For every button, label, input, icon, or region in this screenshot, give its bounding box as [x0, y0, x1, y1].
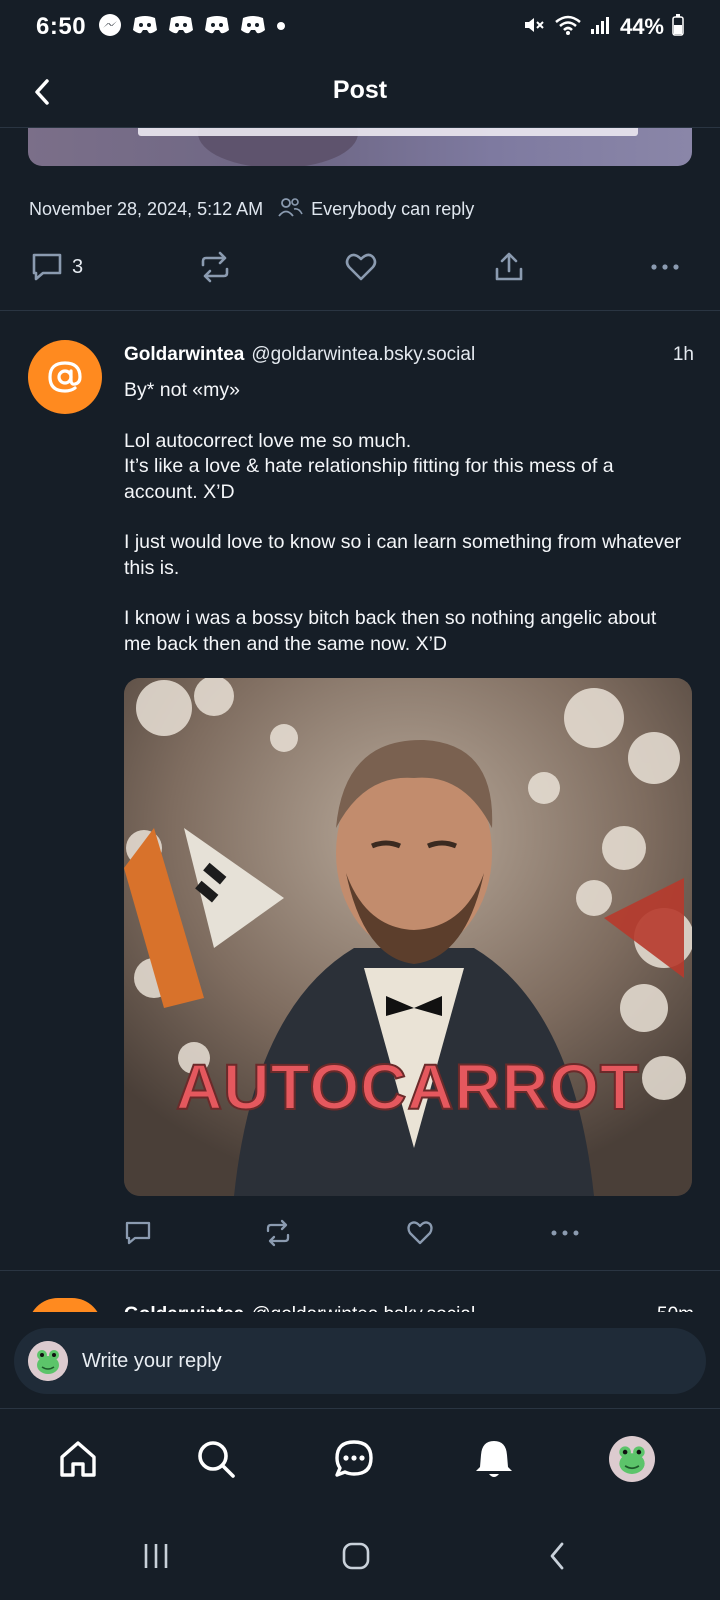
tab-search[interactable] — [188, 1431, 244, 1487]
status-bar: 6:50 44% — [0, 0, 720, 54]
post-meta: November 28, 2024, 5:12 AM Everybody can… — [29, 196, 474, 223]
more-icon — [651, 264, 679, 270]
author-handle[interactable]: @goldarwintea.bsky.social — [251, 344, 475, 366]
tab-home[interactable] — [50, 1431, 106, 1487]
reply-comment-button[interactable] — [124, 1216, 152, 1250]
page-title: Post — [332, 76, 388, 104]
people-icon — [277, 196, 303, 223]
reply-repost-button[interactable] — [264, 1216, 292, 1250]
comment-icon — [32, 253, 62, 281]
post-time: 1h — [672, 344, 694, 365]
messenger-icon — [98, 13, 122, 42]
repost-icon — [201, 251, 229, 283]
frog-avatar-icon — [28, 1341, 68, 1381]
tab-notifications[interactable] — [466, 1431, 522, 1487]
reply-more-button[interactable] — [548, 1216, 582, 1250]
discord-icon — [168, 14, 194, 41]
discord-icon — [132, 14, 158, 41]
more-button[interactable] — [648, 244, 682, 290]
battery-icon — [672, 13, 684, 41]
share-button[interactable] — [492, 244, 526, 290]
reply-actions — [124, 1216, 692, 1250]
back-chevron-icon — [550, 1542, 564, 1570]
heart-icon — [407, 1221, 433, 1245]
post-paragraph: By* not «my» — [124, 379, 240, 401]
home-icon — [60, 1441, 96, 1477]
reply-composer[interactable]: Write your reply — [14, 1328, 706, 1394]
gif-embed[interactable]: AUTOCARROT — [124, 678, 692, 1196]
post-paragraph: Lol autocorrect love me so much. It’s li… — [124, 429, 614, 503]
mute-icon — [522, 13, 546, 42]
back-button[interactable] — [22, 72, 62, 112]
divider — [0, 310, 720, 311]
dot-icon — [276, 18, 286, 36]
post-text: By* not «my» Lol autocorrect love me so … — [124, 378, 684, 682]
more-icon — [551, 1230, 579, 1236]
header: Post — [0, 54, 720, 128]
repost-button[interactable] — [198, 244, 232, 290]
my-avatar — [28, 1341, 68, 1381]
system-back-button[interactable] — [528, 1532, 588, 1580]
home-circle-icon — [342, 1542, 370, 1570]
discord-icon — [204, 14, 230, 41]
comment-count: 3 — [72, 255, 84, 278]
tab-profile[interactable] — [604, 1431, 660, 1487]
wifi-icon — [554, 14, 582, 41]
post-actions: 3 — [0, 244, 720, 290]
chevron-left-icon — [35, 79, 49, 105]
repost-icon — [266, 1219, 290, 1247]
gif-caption: AUTOCARROT — [175, 1050, 640, 1124]
recents-button[interactable] — [126, 1532, 186, 1580]
author-name[interactable]: Goldarwintea — [124, 344, 244, 366]
post-image[interactable] — [28, 128, 692, 166]
reply-setting[interactable]: Everybody can reply — [311, 199, 474, 220]
system-status: 44% — [522, 13, 684, 42]
bell-icon — [476, 1441, 512, 1477]
divider — [0, 1270, 720, 1271]
status-time: 6:50 — [36, 13, 87, 40]
tab-chat[interactable] — [326, 1431, 382, 1487]
share-icon — [495, 252, 523, 281]
comment-icon — [125, 1221, 151, 1245]
author-avatar[interactable] — [28, 340, 102, 414]
like-button[interactable] — [344, 244, 378, 290]
post-paragraph: I just would love to know so i can learn… — [124, 531, 682, 579]
reply-placeholder[interactable]: Write your reply — [82, 1350, 222, 1373]
chat-icon — [335, 1440, 373, 1477]
comment-button[interactable]: 3 — [30, 244, 83, 290]
bottom-tab-bar — [0, 1408, 720, 1512]
notification-icons — [98, 13, 286, 42]
home-system-button[interactable] — [326, 1532, 386, 1580]
heart-icon — [345, 253, 377, 281]
reply-header: Goldarwintea @goldarwintea.bsky.social 1… — [124, 344, 694, 366]
discord-icon — [240, 14, 266, 41]
signal-icon — [590, 15, 612, 40]
battery-percent: 44% — [619, 14, 664, 39]
post-timestamp: November 28, 2024, 5:12 AM — [29, 199, 264, 219]
profile-avatar — [609, 1436, 655, 1482]
at-sign-icon — [48, 361, 82, 393]
post-paragraph: I know i was a bossy bitch back then so … — [124, 607, 657, 655]
reply-like-button[interactable] — [406, 1216, 434, 1250]
system-navigation — [0, 1512, 720, 1600]
recents-icon — [144, 1544, 168, 1568]
search-icon — [198, 1441, 235, 1478]
